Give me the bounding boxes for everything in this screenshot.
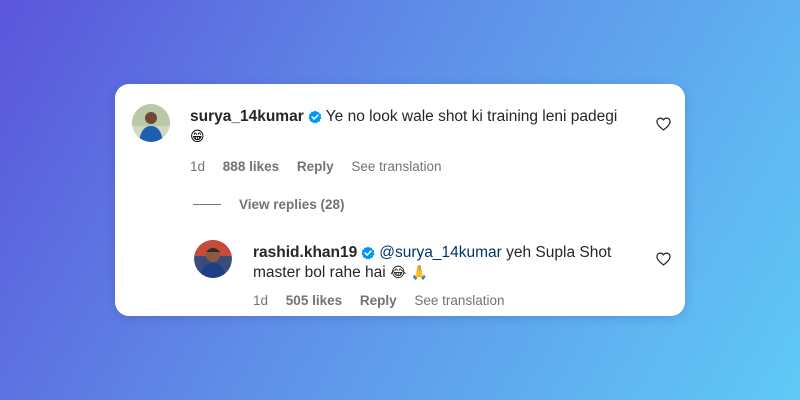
reply-reply-button[interactable]: Reply <box>360 293 397 308</box>
comment-see-translation[interactable]: See translation <box>351 159 441 174</box>
replies-divider <box>193 204 221 205</box>
reply-body-line2: master bol rahe hai <box>253 264 386 281</box>
reply-time[interactable]: 1d <box>253 293 268 308</box>
comment-text: surya_14kumar Ye no look wale shot ki tra… <box>190 107 650 130</box>
reply-see-translation[interactable]: See translation <box>414 293 504 308</box>
reply-mention-link[interactable]: @surya_14kumar <box>379 244 502 261</box>
comment-time[interactable]: 1d <box>190 159 205 174</box>
comment-card: surya_14kumar Ye no look wale shot ki tra… <box>115 84 685 316</box>
view-replies-button[interactable]: View replies (28) <box>193 197 345 212</box>
heart-icon[interactable] <box>656 117 671 136</box>
reply-meta: 1d 505 likes Reply See translation <box>253 293 518 308</box>
avatar-surya[interactable] <box>132 104 170 142</box>
verified-badge-icon <box>308 110 322 130</box>
reply-likes[interactable]: 505 likes <box>286 293 342 308</box>
reply-username[interactable]: rashid.khan19 <box>253 244 357 261</box>
reply-text-line2: master bol rahe hai 😂 🙏 <box>253 263 428 283</box>
comment-body: Ye no look wale shot ki training leni pa… <box>325 108 618 125</box>
reply-body-line1: yeh Supla Shot <box>501 244 612 261</box>
view-replies-label: View replies (28) <box>239 197 345 212</box>
comment-meta: 1d 888 likes Reply See translation <box>190 159 455 174</box>
comment-reply-button[interactable]: Reply <box>297 159 334 174</box>
heart-icon[interactable] <box>656 252 671 271</box>
comment-likes[interactable]: 888 likes <box>223 159 279 174</box>
avatar-rashid[interactable] <box>194 240 232 278</box>
reply-emojis: 😂 🙏 <box>390 265 429 281</box>
comment-username[interactable]: surya_14kumar <box>190 108 304 125</box>
comment-emoji: 😁 <box>190 129 205 145</box>
